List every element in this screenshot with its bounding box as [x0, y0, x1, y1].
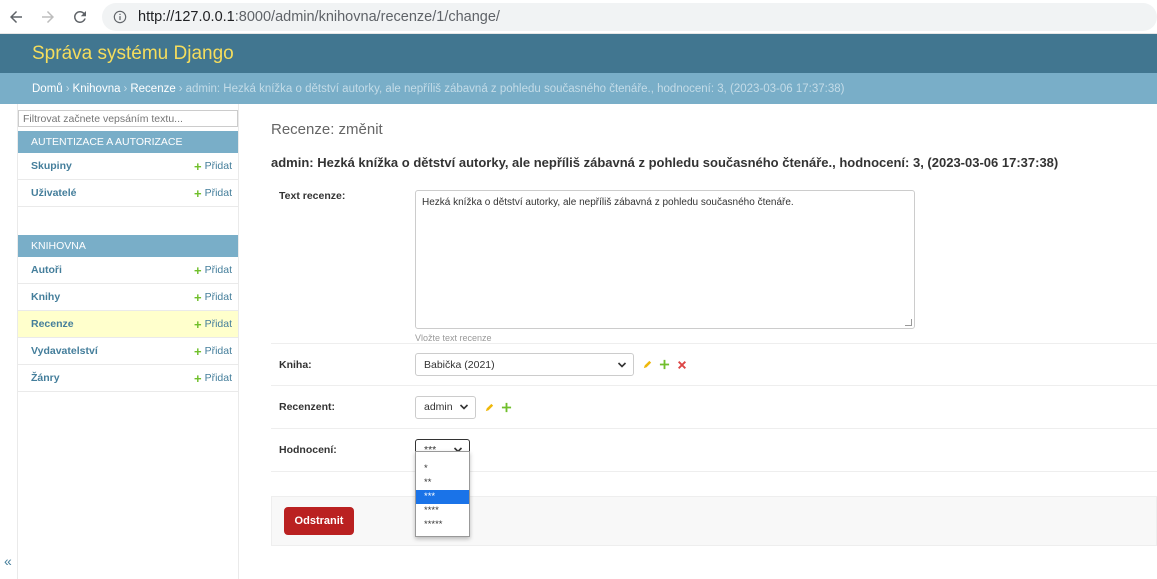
breadcrumb-app[interactable]: Knihovna	[73, 83, 121, 95]
main-content: Recenze: změnit admin: Hezká knížka o dě…	[239, 104, 1157, 579]
field-row-hodnoceni: Hodnocení: *** * ** *** **** *****	[271, 429, 1157, 537]
forward-button[interactable]	[32, 1, 64, 33]
add-label: Přidat	[204, 264, 232, 276]
field-row-kniha: Kniha: Babička (2021)	[271, 344, 1157, 386]
edit-pencil-icon[interactable]	[642, 359, 653, 370]
toggle-sidebar-button[interactable]: «	[4, 553, 12, 569]
reload-icon	[73, 10, 86, 23]
dropdown-option[interactable]: *****	[416, 518, 469, 532]
arrow-right-icon	[42, 10, 54, 23]
add-label: Přidat	[204, 318, 232, 330]
breadcrumb-model[interactable]: Recenze	[130, 83, 175, 95]
add-plus-icon[interactable]	[501, 402, 512, 413]
dropdown-option-selected[interactable]: ***	[416, 490, 469, 504]
sidebar-item-label[interactable]: Skupiny	[31, 160, 72, 172]
add-plus-icon[interactable]	[659, 359, 670, 370]
kniha-select[interactable]: Babička (2021)	[415, 353, 634, 376]
module-caption[interactable]: Knihovna	[17, 235, 238, 257]
address-bar[interactable]: http://127.0.0.1:8000/admin/knihovna/rec…	[102, 2, 1157, 31]
sidebar-item-vydavatelstvi: Vydavatelství + Přidat	[17, 338, 238, 365]
sidebar-filter-input[interactable]	[18, 110, 238, 127]
module-caption[interactable]: Autentizace a autorizace	[17, 131, 238, 153]
add-label: Přidat	[204, 160, 232, 172]
help-text: Vložte text recenze	[415, 333, 492, 343]
text-recenze-textarea[interactable]: Hezká knížka o dětství autorky, ale nepř…	[415, 190, 915, 329]
add-autori-link[interactable]: + Přidat	[194, 263, 232, 278]
back-button[interactable]	[0, 1, 32, 33]
breadcrumb-separator: ›	[65, 82, 70, 95]
add-label: Přidat	[204, 372, 232, 384]
textarea-value: Hezká knížka o dětství autorky, ale nepř…	[422, 197, 794, 208]
add-label: Přidat	[204, 345, 232, 357]
nav-sidebar: Autentizace a autorizace Skupiny +Přidat…	[0, 104, 239, 579]
page-title: Recenze: změnit	[271, 121, 383, 138]
sidebar-item-label[interactable]: Knihy	[31, 291, 60, 303]
add-zanry-link[interactable]: + Přidat	[194, 371, 232, 386]
submit-row: Odstranit	[271, 496, 1157, 546]
resize-handle-icon[interactable]	[905, 319, 912, 326]
plus-icon: +	[193, 370, 202, 386]
plus-icon: +	[193, 158, 202, 174]
url-path: :8000/admin/knihovna/recenze/1/change/	[234, 8, 500, 25]
chevron-down-icon	[459, 404, 469, 410]
field-row-recenzent: Recenzent: admin	[271, 386, 1157, 429]
object-title: admin: Hezká knížka o dětství autorky, a…	[271, 155, 1059, 170]
edit-pencil-icon[interactable]	[484, 402, 495, 413]
breadcrumb-home[interactable]: Domů	[32, 83, 63, 95]
sidebar-item-label[interactable]: Uživatelé	[31, 187, 77, 199]
sidebar-item-knihy: Knihy + Přidat	[17, 284, 238, 311]
add-recenze-link[interactable]: + Přidat	[194, 317, 232, 332]
add-label: Přidat	[204, 187, 232, 199]
dropdown-option[interactable]: *	[416, 462, 469, 476]
dropdown-option[interactable]: **	[416, 476, 469, 490]
breadcrumb-separator: ›	[123, 82, 128, 95]
sidebar-item-label[interactable]: Vydavatelství	[31, 345, 98, 357]
plus-icon: +	[193, 316, 202, 332]
browser-toolbar: http://127.0.0.1:8000/admin/knihovna/rec…	[0, 0, 1157, 34]
add-vydavatelstvi-link[interactable]: + Přidat	[194, 344, 232, 359]
add-skupiny-link[interactable]: + Přidat	[194, 159, 232, 174]
kniha-select-value: Babička (2021)	[424, 358, 495, 371]
hodnoceni-dropdown-list: * ** *** **** *****	[415, 451, 470, 537]
plus-icon: +	[193, 262, 202, 278]
kniha-label: Kniha:	[279, 358, 312, 371]
arrow-left-icon	[10, 10, 22, 23]
reload-button[interactable]	[64, 1, 96, 33]
sidebar-item-zanry: Žánry + Přidat	[17, 365, 238, 392]
breadcrumb-separator: ›	[178, 82, 183, 95]
delete-x-icon[interactable]	[676, 359, 687, 370]
module-knihovna: Knihovna Autoři + Přidat Knihy + Přidat Re…	[17, 235, 238, 392]
text-recenze-label: Text recenze:	[279, 190, 346, 202]
sidebar-item-uzivatele: Uživatelé + Přidat	[17, 180, 238, 207]
url-host: http://127.0.0.1	[138, 8, 235, 25]
site-brand[interactable]: Správa systému Django	[32, 43, 234, 65]
recenzent-label: Recenzent:	[279, 401, 336, 413]
site-header: Správa systému Django	[0, 34, 1157, 73]
breadcrumb: Domů › Knihovna › Recenze › admin: Hezká…	[0, 73, 1157, 104]
module-auth: Autentizace a autorizace Skupiny + Přidat…	[17, 131, 238, 207]
field-row-text: Text recenze: Hezká knížka o dětství aut…	[271, 182, 1157, 344]
chevron-down-icon	[617, 361, 627, 368]
sidebar-item-recenze: Recenze + Přidat	[17, 311, 238, 338]
sidebar-item-label[interactable]: Autoři	[31, 264, 62, 276]
breadcrumb-current: admin: Hezká knížka o dětství autorky, a…	[185, 82, 845, 95]
sidebar-item-skupiny: Skupiny + Přidat	[17, 153, 238, 180]
add-knihy-link[interactable]: + Přidat	[194, 290, 232, 305]
add-label: Přidat	[204, 291, 232, 303]
plus-icon: +	[193, 289, 202, 305]
add-uzivatele-link[interactable]: + Přidat	[194, 186, 232, 201]
info-icon[interactable]	[112, 9, 128, 25]
recenzent-select[interactable]: admin	[415, 395, 476, 419]
sidebar-item-label[interactable]: Recenze	[31, 318, 74, 330]
sidebar-item-label[interactable]: Žánry	[31, 372, 60, 384]
hodnoceni-label: Hodnocení:	[279, 444, 337, 456]
sidebar-item-autori: Autoři + Přidat	[17, 257, 238, 284]
plus-icon: +	[193, 185, 202, 201]
recenzent-select-value: admin	[424, 401, 453, 413]
plus-icon: +	[193, 343, 202, 359]
dropdown-option[interactable]: ****	[416, 504, 469, 518]
delete-button[interactable]: Odstranit	[284, 507, 354, 535]
url-text: http://127.0.0.1:8000/admin/knihovna/rec…	[138, 9, 500, 25]
